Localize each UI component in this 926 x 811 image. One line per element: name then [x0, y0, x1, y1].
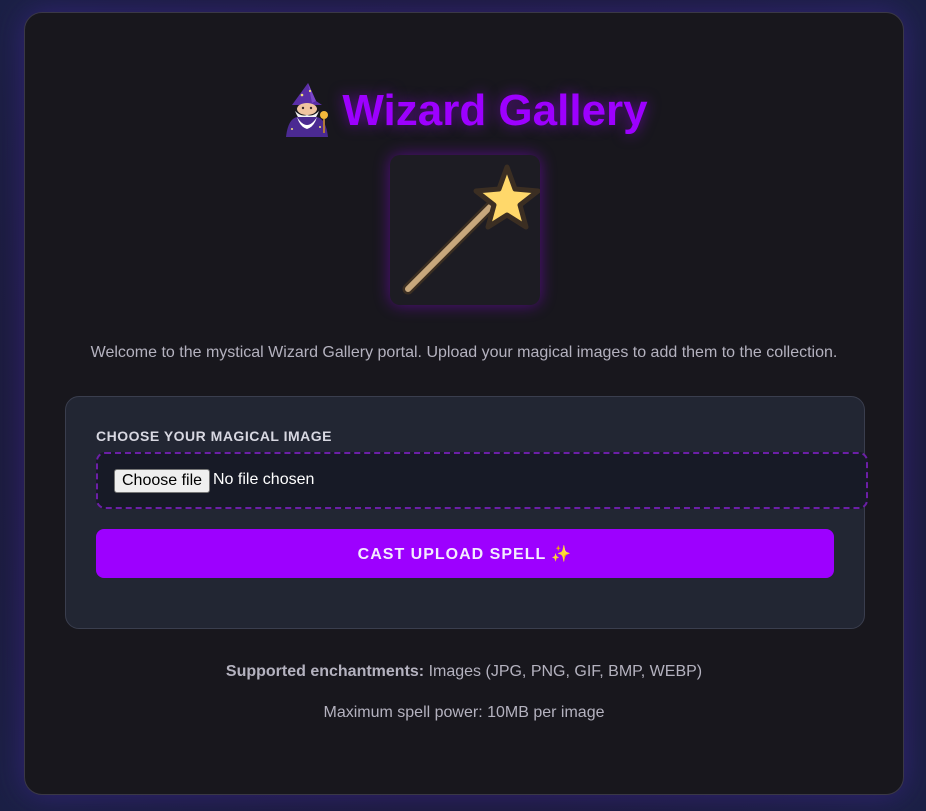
file-status-text: No file chosen	[213, 471, 315, 488]
page-title: Wizard Gallery	[25, 81, 903, 141]
app-title: Wizard Gallery	[342, 86, 648, 135]
upload-form: CHOOSE YOUR MAGICAL IMAGE Choose file No…	[65, 396, 868, 629]
supported-formats-value: Images (JPG, PNG, GIF, BMP, WEBP)	[424, 663, 703, 680]
file-drop-zone[interactable]: Choose file No file chosen	[96, 452, 868, 509]
main-card: Wizard Gallery Welcome to the mystical W…	[24, 12, 904, 795]
wizard-icon	[286, 83, 329, 137]
file-input-label: CHOOSE YOUR MAGICAL IMAGE	[96, 428, 333, 444]
welcome-text: Welcome to the mystical Wizard Gallery p…	[90, 344, 838, 361]
magic-wand-icon	[402, 164, 541, 295]
upload-submit-button[interactable]: CAST UPLOAD SPELL ✨	[96, 529, 834, 578]
supported-formats-text: Supported enchantments: Images (JPG, PNG…	[25, 663, 903, 681]
supported-formats-label: Supported enchantments:	[225, 663, 425, 680]
hero-image	[390, 155, 541, 305]
max-size-text: Maximum spell power: 10MB per image	[323, 704, 605, 721]
choose-file-button[interactable]: Choose file	[114, 469, 211, 493]
